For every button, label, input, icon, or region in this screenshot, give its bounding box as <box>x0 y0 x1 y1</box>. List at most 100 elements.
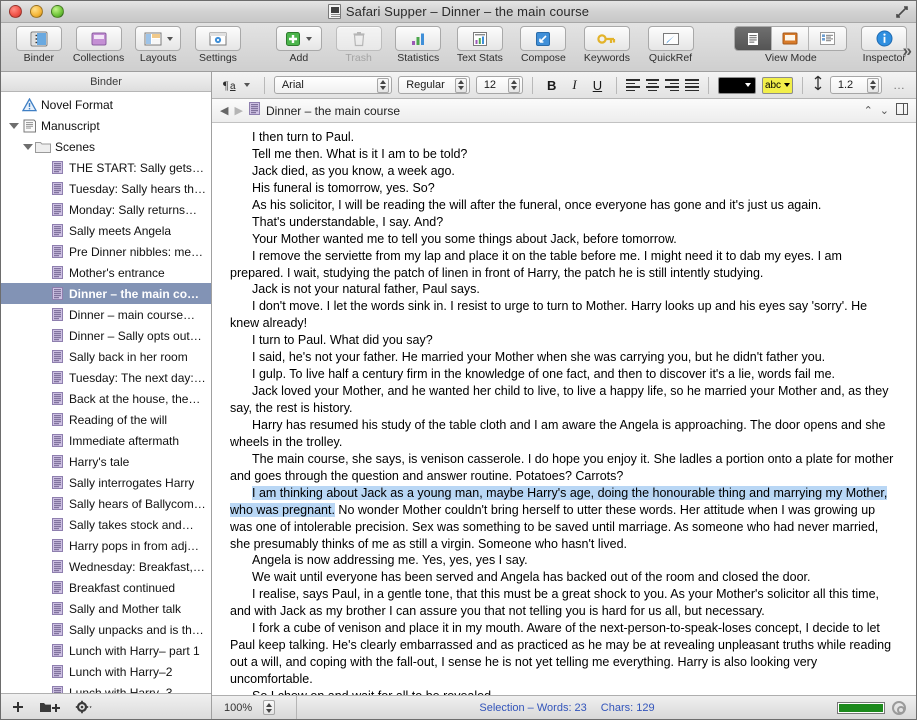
align-right-button[interactable] <box>665 78 680 93</box>
binder-item[interactable]: Sally takes stock and… <box>1 514 211 535</box>
view-mode-segmented-control[interactable] <box>734 26 848 51</box>
binder-item[interactable]: Tuesday: Sally hears th… <box>1 178 211 199</box>
binder-item[interactable]: Sally back in her room <box>1 346 211 367</box>
toolbar-button-collections[interactable]: Collections <box>69 26 129 64</box>
binder-list[interactable]: Novel Format Manuscript Scenes THE START: S… <box>1 92 211 693</box>
font-style-select[interactable]: Regular <box>398 76 470 94</box>
align-left-button[interactable] <box>625 78 640 93</box>
toolbar-button-keywords[interactable]: Keywords <box>575 26 639 64</box>
previous-document-arrow[interactable]: ⌃ <box>864 104 873 117</box>
binder-item[interactable]: Lunch with Harry– part 1 <box>1 640 211 661</box>
text-doc-icon <box>49 623 65 636</box>
font-style-stepper[interactable] <box>454 77 467 93</box>
actions-gear-button[interactable] <box>75 700 93 714</box>
font-size-stepper[interactable] <box>508 77 521 93</box>
binder-item[interactable]: THE START: Sally gets t… <box>1 157 211 178</box>
underline-button[interactable]: U <box>588 78 607 93</box>
add-folder-button[interactable] <box>39 700 61 714</box>
binder-item[interactable]: Manuscript <box>1 115 211 136</box>
target-icon[interactable] <box>892 700 906 715</box>
split-view-icon[interactable] <box>896 103 908 118</box>
editor-paragraph: His funeral is tomorrow, yes. So? <box>252 180 435 195</box>
zoom-stepper[interactable] <box>263 700 276 715</box>
binder-item[interactable]: Sally hears of Ballycom… <box>1 493 211 514</box>
view-mode-outline[interactable] <box>809 27 847 50</box>
binder-item[interactable]: Pre Dinner nibbles: me… <box>1 241 211 262</box>
next-document-arrow[interactable]: ⌄ <box>880 104 889 117</box>
binder-item-label: Sally interrogates Harry <box>69 475 195 490</box>
editor-paragraph: I don't move. I let the words sink in. I… <box>230 299 868 331</box>
binder-item[interactable]: Sally unpacks and is th… <box>1 619 211 640</box>
binder-item[interactable]: Dinner – the main co… <box>1 283 211 304</box>
toolbar-button-statistics[interactable]: Statistics <box>388 26 448 64</box>
binder-item[interactable]: Scenes <box>1 136 211 157</box>
toolbar-button-compose[interactable]: Compose <box>512 26 576 64</box>
binder-item-label: Immediate aftermath <box>69 433 180 448</box>
text-doc-icon <box>49 518 65 531</box>
bold-button[interactable]: B <box>542 78 561 93</box>
font-size-select[interactable]: 12 <box>475 76 524 94</box>
font-family-select[interactable]: Arial <box>273 76 393 94</box>
binder-item[interactable]: Harry pops in from adj… <box>1 535 211 556</box>
text-doc-icon <box>49 686 65 693</box>
binder-item[interactable]: Wednesday: Breakfast,… <box>1 556 211 577</box>
toolbar-view-mode-group: View Mode <box>729 26 852 64</box>
editor-paragraph: The main course, she says, is venison ca… <box>230 451 894 483</box>
window-body: Binder Novel Format Manuscript Scenes THE S… <box>1 72 916 719</box>
font-family-stepper[interactable] <box>377 77 390 93</box>
toolbar-button-quickref[interactable]: QuickRef <box>639 26 703 64</box>
toolbar-button-trash[interactable]: Trash <box>329 26 389 64</box>
view-mode-corkboard[interactable] <box>772 27 810 50</box>
overflow-chevrons-icon[interactable]: » <box>903 41 912 61</box>
zoom-value: 100% <box>224 701 253 714</box>
highlight-color-swatch[interactable]: abc <box>761 76 794 94</box>
close-button[interactable] <box>9 5 22 18</box>
back-arrow[interactable]: ◀ <box>220 104 228 117</box>
binder-item[interactable]: Sally and Mother talk <box>1 598 211 619</box>
forward-arrow[interactable]: ▶ <box>234 104 242 117</box>
toolbar-button-add[interactable]: Add <box>269 26 329 64</box>
add-item-button[interactable] <box>11 700 25 714</box>
zoom-control[interactable]: 100% <box>212 696 297 719</box>
binder-item[interactable]: Tuesday: The next day:… <box>1 367 211 388</box>
binder-item[interactable]: Immediate aftermath <box>1 430 211 451</box>
binder-item[interactable]: Novel Format <box>1 94 211 115</box>
binder-item[interactable]: Lunch with Harry–2 <box>1 661 211 682</box>
editor-text-area[interactable]: I then turn to Paul. Tell me then. What i… <box>212 123 916 695</box>
binder-item[interactable]: Back at the house, the… <box>1 388 211 409</box>
text-color-swatch[interactable] <box>717 76 756 94</box>
toolbar-button-text-stats[interactable]: Text Stats <box>448 26 512 64</box>
line-spacing-select[interactable]: 1.2 <box>829 76 883 94</box>
paragraph-style-icon[interactable]: ¶ a <box>218 78 255 92</box>
binder-item[interactable]: Breakfast continued <box>1 577 211 598</box>
format-divider-5 <box>802 76 803 94</box>
text-doc-icon <box>49 287 65 300</box>
italic-button[interactable]: I <box>567 77 581 93</box>
binder-item[interactable]: Sally meets Angela <box>1 220 211 241</box>
disclosure-triangle-icon[interactable] <box>21 143 35 150</box>
toolbar-button-settings[interactable]: Settings <box>188 26 248 64</box>
toolbar-button-binder[interactable]: Binder <box>9 26 69 64</box>
chevron-down-icon[interactable] <box>166 36 173 41</box>
more-format-options[interactable]: … <box>888 78 910 92</box>
binder-item[interactable]: Monday: Sally returns… <box>1 199 211 220</box>
expand-icon[interactable] <box>895 5 909 19</box>
align-center-button[interactable] <box>645 78 660 93</box>
binder-item[interactable]: Dinner – Sally opts out… <box>1 325 211 346</box>
zoom-button[interactable] <box>51 5 64 18</box>
toolbar-button-layouts[interactable]: Layouts <box>128 26 188 64</box>
line-spacing-stepper[interactable] <box>867 77 880 93</box>
binder-item[interactable]: Dinner – main course… <box>1 304 211 325</box>
disclosure-triangle-icon[interactable] <box>7 122 21 129</box>
minimize-button[interactable] <box>30 5 43 18</box>
status-progress-group <box>837 700 916 715</box>
binder-item[interactable]: Lunch with Harry–3 <box>1 682 211 693</box>
chevron-down-icon[interactable] <box>306 36 313 41</box>
scrivener-window: Safari Supper – Dinner – the main course… <box>0 0 917 720</box>
view-mode-document[interactable] <box>735 27 773 50</box>
binder-item[interactable]: Harry's tale <box>1 451 211 472</box>
align-justify-button[interactable] <box>685 78 699 93</box>
binder-item[interactable]: Sally interrogates Harry <box>1 472 211 493</box>
binder-item[interactable]: Mother's entrance <box>1 262 211 283</box>
binder-item[interactable]: Reading of the will <box>1 409 211 430</box>
